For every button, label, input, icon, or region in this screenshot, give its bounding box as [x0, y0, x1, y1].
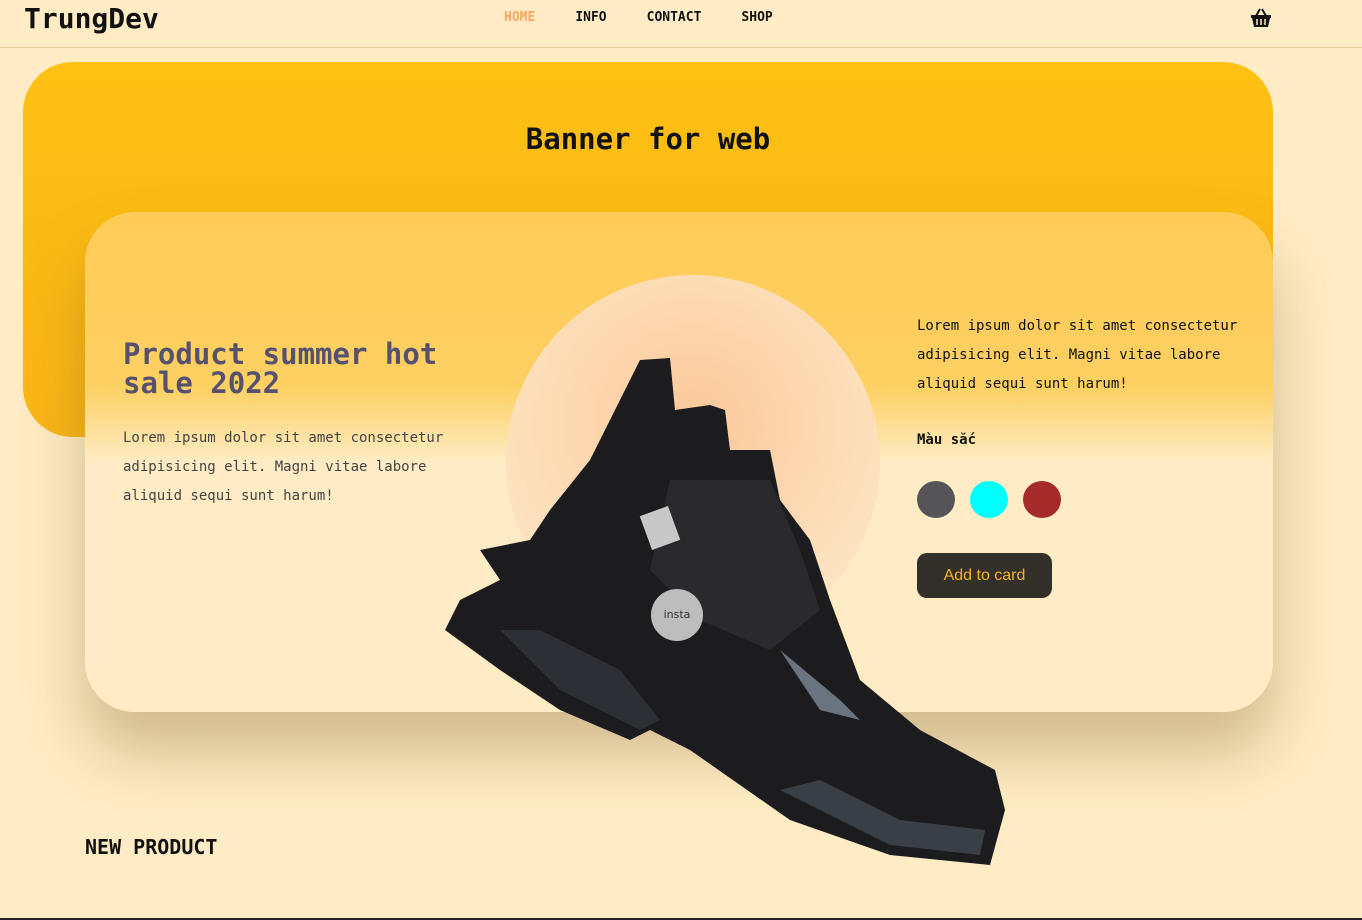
basket-icon[interactable]	[1250, 7, 1272, 29]
nav-contact[interactable]: CONTACT	[647, 10, 702, 25]
navbar: TrungDev HOME INFO CONTACT SHOP	[0, 0, 1362, 48]
color-options	[917, 481, 1061, 518]
product-side-text: Lorem ipsum dolor sit amet consectetur a…	[917, 318, 1238, 392]
new-product-heading: NEW PRODUCT	[85, 835, 218, 859]
product-description: Lorem ipsum dolor sit amet consectetur a…	[123, 430, 444, 504]
product-title: Product summer hot sale 2022	[123, 337, 438, 400]
black-sneaker-image: insta	[445, 358, 1005, 865]
color-swatch-cyan[interactable]	[970, 481, 1008, 518]
color-swatch-red[interactable]	[1023, 481, 1061, 518]
nav-menu: HOME INFO CONTACT SHOP	[504, 10, 773, 25]
nav-home[interactable]: HOME	[504, 10, 535, 25]
nav-info[interactable]: INFO	[575, 10, 606, 25]
banner-title: Banner for web	[525, 122, 771, 156]
svg-text:insta: insta	[664, 608, 691, 621]
add-to-card-button[interactable]: Add to card	[917, 553, 1052, 598]
color-label: Màu sắc	[917, 432, 977, 448]
nav-shop[interactable]: SHOP	[741, 10, 772, 25]
color-swatch-gray[interactable]	[917, 481, 955, 518]
logo[interactable]: TrungDev	[24, 2, 159, 35]
